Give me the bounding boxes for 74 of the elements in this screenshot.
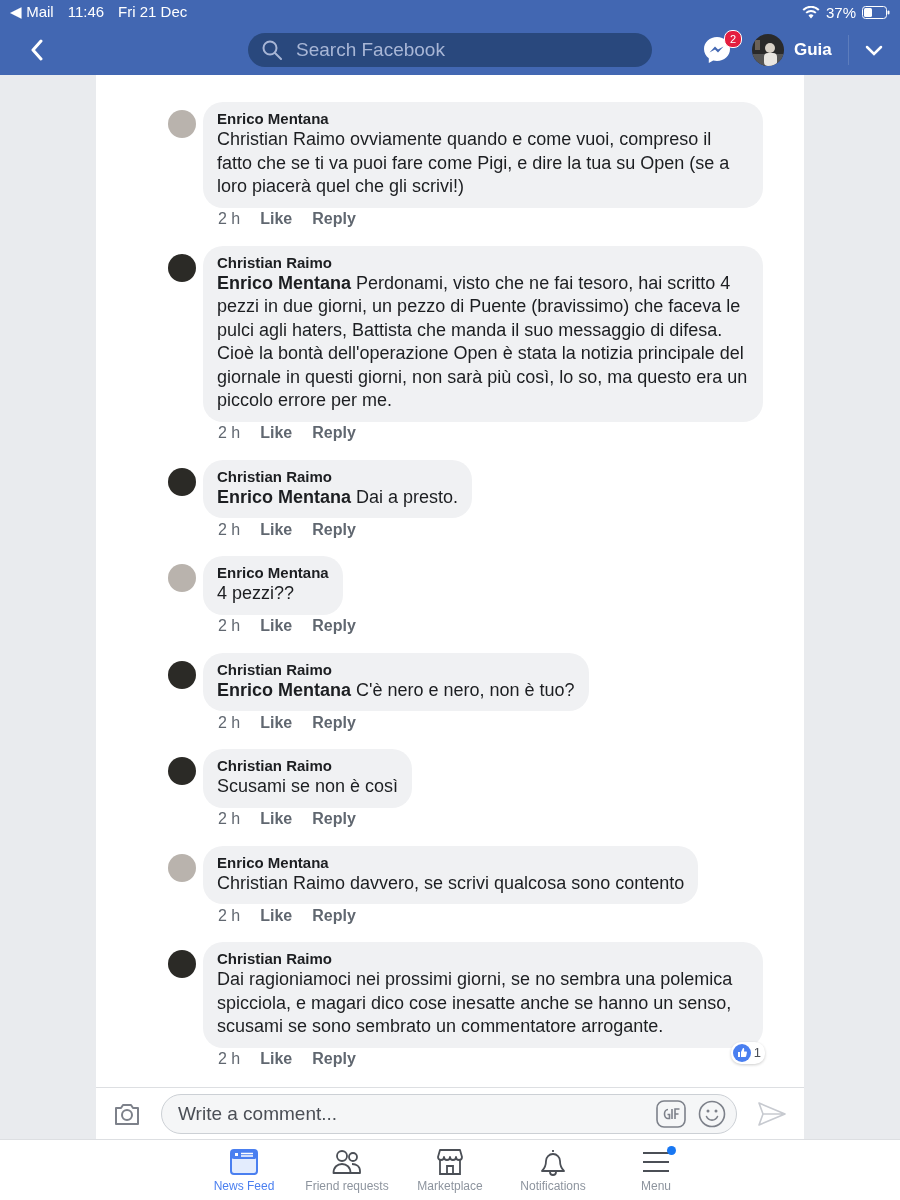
comment-author[interactable]: Christian Raimo <box>217 757 399 775</box>
comment-time: 2 h <box>218 1050 241 1068</box>
reply-link[interactable]: Reply <box>312 617 356 635</box>
comment-text: 4 pezzi?? <box>217 582 296 605</box>
gif-icon[interactable] <box>656 1099 686 1128</box>
chevron-down-icon[interactable] <box>864 43 883 56</box>
reply-link[interactable]: Reply <box>312 210 356 228</box>
news-feed-icon <box>230 1149 258 1175</box>
nav-tab[interactable]: Marketplace <box>398 1140 502 1200</box>
comment-author[interactable]: Enrico Mentana <box>217 110 749 128</box>
like-link[interactable]: Like <box>260 210 293 228</box>
reply-link[interactable]: Reply <box>312 1050 356 1068</box>
like-link[interactable]: Like <box>260 424 293 442</box>
comment-author[interactable]: Christian Raimo <box>217 660 575 679</box>
search-field[interactable]: Search Facebook <box>294 37 638 62</box>
comment-time: 2 h <box>218 713 241 732</box>
battery-icon <box>862 5 890 19</box>
messenger-icon[interactable] <box>702 34 732 65</box>
comment-text: Enrico Mentana C'è nero e nero, non è tuo? <box>217 678 575 702</box>
storefront-icon <box>436 1148 464 1176</box>
reply-link[interactable]: Reply <box>312 424 356 442</box>
search-bar[interactable]: Search Facebook <box>248 32 652 67</box>
reply-link[interactable]: Reply <box>312 713 356 732</box>
comment-time: 2 h <box>218 520 241 539</box>
comment-time: 2 h <box>218 906 241 925</box>
friends-icon <box>332 1149 362 1175</box>
reply-link[interactable]: Reply <box>312 810 356 828</box>
comment-time: 2 h <box>218 617 241 635</box>
notification-badge: 2 <box>724 29 742 48</box>
comment-time: 2 h <box>218 424 241 442</box>
comment-author[interactable]: Christian Raimo <box>217 950 749 968</box>
like-link[interactable]: Like <box>260 713 293 732</box>
comment-box[interactable]: Write a comment... <box>161 1093 737 1134</box>
menu-icon <box>642 1150 670 1174</box>
comment-text: Christian Raimo davvero, se scrivi qualcosa sono contento <box>217 871 685 895</box>
wifi-icon <box>801 5 820 19</box>
date-text: Fri 21 Dec <box>118 3 188 21</box>
user-name[interactable]: Guia <box>794 39 832 60</box>
nav-tab[interactable]: News Feed <box>192 1140 296 1200</box>
like-link[interactable]: Like <box>260 617 293 635</box>
comment-author[interactable]: Enrico Mentana <box>217 564 329 582</box>
avatar[interactable] <box>168 467 196 496</box>
comment-time: 2 h <box>218 810 241 828</box>
avatar[interactable] <box>168 950 196 978</box>
avatar[interactable] <box>168 757 196 785</box>
emoji-icon[interactable] <box>698 1099 726 1128</box>
avatar[interactable] <box>168 660 196 689</box>
comment-author[interactable]: Enrico Mentana <box>217 853 685 872</box>
nav-tab[interactable]: Menu <box>604 1140 708 1200</box>
battery-percent: 37% <box>825 3 856 21</box>
comment-text: Enrico Mentana Perdonami, visto che ne fai tesoro, hai scritto 4 pezzi in due giorni, un pezzo di Puente (bravissimo) che faceva le pulci agli haters, Battista che manda il suo messaggio di difesa. Cioè la bontà dell'operazione Open è stata la notizia principale del giornale in questi giorni, non sarà più così, lo so, ma questo era un piccolo errore per me. <box>217 271 749 412</box>
reply-link[interactable]: Reply <box>312 906 356 925</box>
comment-text: Enrico Mentana Dai a presto. <box>217 485 459 509</box>
like-link[interactable]: Like <box>260 520 293 539</box>
comment-author[interactable]: Christian Raimo <box>217 253 749 272</box>
back-to-app-link[interactable]: ◀ Mail <box>10 3 54 21</box>
reply-link[interactable]: Reply <box>312 520 356 539</box>
nav-tab[interactable]: Notifications <box>501 1140 605 1200</box>
comment-text: Christian Raimo ovviamente quando e come vuoi, compreso il fatto che se ti va puoi fare come Pigi, e dire la tua su Open (se a loro piacerà quel che gli scrivi!) <box>217 128 731 198</box>
comment-text: Dai ragioniamoci nei prossimi giorni, se no sembra una polemica spicciola, e magari dico cose inesatte anche se hanno un senso, scusami se sono sembrato un commentatore arrogante. <box>217 968 734 1038</box>
nav-tab[interactable]: Friend requests <box>295 1140 399 1200</box>
camera-icon[interactable] <box>113 1101 141 1126</box>
notifications-icon <box>540 1148 566 1176</box>
like-link[interactable]: Like <box>260 810 293 828</box>
like-link[interactable]: Like <box>260 1050 293 1068</box>
comment-text: Scusami se non è così <box>217 775 399 798</box>
search-icon <box>262 39 282 60</box>
comment-author[interactable]: Christian Raimo <box>217 467 459 486</box>
avatar[interactable] <box>168 253 196 282</box>
back-icon[interactable] <box>30 38 44 61</box>
reaction-count[interactable]: 1 <box>730 1041 765 1064</box>
clock-time: 11:46 <box>67 3 105 21</box>
comment-time: 2 h <box>218 210 241 228</box>
like-link[interactable]: Like <box>260 906 293 925</box>
